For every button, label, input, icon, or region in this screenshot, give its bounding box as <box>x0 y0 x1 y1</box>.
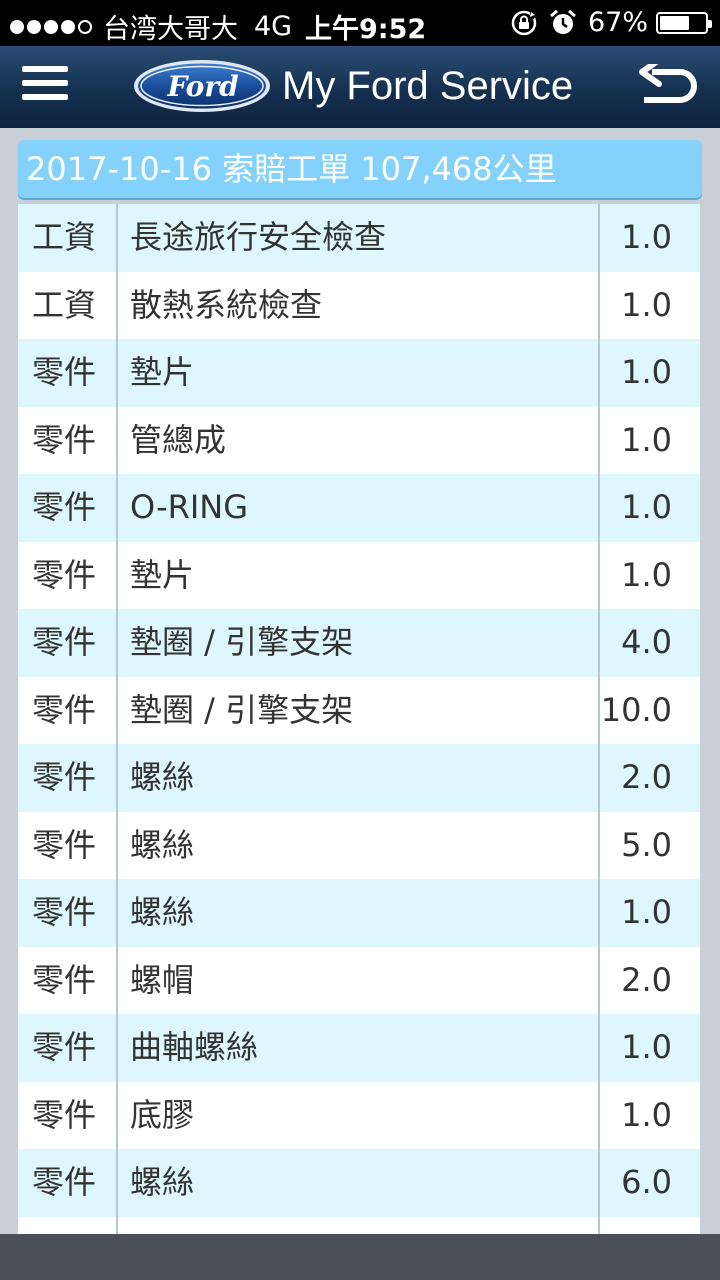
items-table: 工資 長途旅行安全檢查 1.0 工資 散熱系統檢查 1.0 零件 墊片 1.0 零件 管總成 1.0 零… <box>18 204 700 1234</box>
row-description-cell: 螺絲 <box>118 879 600 947</box>
row-type-cell: 零件 <box>18 406 118 474</box>
table-row <box>18 1216 700 1235</box>
row-description-cell: O-RING <box>118 474 600 542</box>
battery-fill <box>660 15 690 30</box>
table-row: 零件 螺絲 2.0 <box>18 744 700 812</box>
row-quantity-cell: 1.0 <box>621 555 672 594</box>
table-row: 零件 O-RING 1.0 <box>18 474 700 542</box>
table-row: 零件 螺絲 5.0 <box>18 811 700 879</box>
row-type-cell: 零件 <box>18 811 118 879</box>
ford-logo: Ford <box>134 60 270 112</box>
row-description-cell: 墊片 <box>118 339 600 407</box>
content-area: 2017-10-16 索賠工單 107,468公里 工資 長途旅行安全檢查 1.0 工… <box>0 128 720 1234</box>
back-arrow-icon[interactable] <box>636 64 700 110</box>
battery-icon <box>656 11 712 34</box>
row-description-cell: 墊圈 / 引擎支架 <box>118 609 600 677</box>
battery-cap <box>708 19 712 28</box>
row-description-cell: 散熱系統檢查 <box>118 271 600 339</box>
status-bar: 台湾大哥大 4G 上午9:52 67% <box>0 0 720 46</box>
table-row: 工資 散熱系統檢查 1.0 <box>18 271 700 339</box>
row-description-cell: 墊片 <box>118 541 600 609</box>
signal-dot <box>27 19 41 34</box>
table-row: 零件 墊片 1.0 <box>18 541 700 609</box>
row-type-cell: 零件 <box>18 744 118 812</box>
app-screen: 台湾大哥大 4G 上午9:52 67% Ford My Ford Service… <box>0 0 720 1280</box>
signal-dot <box>61 19 75 34</box>
network-type: 4G <box>254 11 293 42</box>
row-quantity-cell: 2.0 <box>621 758 672 796</box>
status-time: 上午9:52 <box>305 14 427 45</box>
row-quantity-cell: 1.0 <box>621 893 672 931</box>
row-type-cell: 零件 <box>18 474 118 542</box>
signal-dot <box>10 19 24 34</box>
table-row: 工資 長途旅行安全檢查 1.0 <box>18 204 700 272</box>
row-type-cell: 零件 <box>18 879 118 947</box>
row-type-cell: 零件 <box>18 609 118 677</box>
rotation-lock-icon <box>511 10 538 35</box>
row-quantity-cell: 1.0 <box>621 353 672 391</box>
row-quantity-cell: 5.0 <box>621 825 672 864</box>
row-description-cell: 長途旅行安全檢查 <box>118 204 600 272</box>
table-row: 零件 螺帽 2.0 <box>18 946 700 1014</box>
row-quantity-cell: 1.0 <box>621 1095 672 1134</box>
row-type-cell: 零件 <box>18 339 118 407</box>
row-description-cell <box>118 1216 600 1234</box>
row-description-cell: 曲軸螺絲 <box>118 1014 600 1082</box>
row-description-cell: 螺絲 <box>118 811 600 879</box>
row-quantity-cell: 4.0 <box>621 623 672 661</box>
app-title: My Ford Service <box>282 64 574 108</box>
row-quantity-cell: 10.0 <box>600 690 672 729</box>
row-type-cell <box>18 1216 118 1234</box>
table-row: 零件 螺絲 1.0 <box>18 879 700 947</box>
status-left: 台湾大哥大 4G <box>10 7 292 46</box>
row-quantity-cell <box>600 1217 700 1235</box>
row-quantity-cell: 1.0 <box>621 218 672 256</box>
row-type-cell: 零件 <box>18 1149 118 1217</box>
row-type-cell: 零件 <box>18 1014 118 1082</box>
row-quantity-cell: 1.0 <box>621 488 672 526</box>
row-description-cell: 螺絲 <box>118 1149 600 1217</box>
record-header: 2017-10-16 索賠工單 107,468公里 <box>18 140 702 198</box>
signal-dot-empty <box>78 19 92 34</box>
battery-percent: 67% <box>587 7 648 38</box>
table-row: 零件 螺絲 6.0 <box>18 1149 700 1217</box>
row-description-cell: 底膠 <box>118 1081 600 1149</box>
carrier-name: 台湾大哥大 <box>103 14 238 45</box>
row-quantity-cell: 1.0 <box>621 285 672 324</box>
hamburger-menu-icon[interactable] <box>22 66 68 106</box>
table-row: 零件 管總成 1.0 <box>18 406 700 474</box>
row-description-cell: 螺絲 <box>118 744 600 812</box>
row-quantity-cell: 1.0 <box>621 1028 672 1066</box>
bottom-bar <box>0 1234 720 1280</box>
row-quantity-cell: 1.0 <box>621 420 672 459</box>
table-row: 零件 墊片 1.0 <box>18 339 700 407</box>
table-row: 零件 墊圈 / 引擎支架 4.0 <box>18 609 700 677</box>
ford-logo-text: Ford <box>166 70 238 103</box>
status-right: 67% <box>510 7 712 38</box>
row-type-cell: 零件 <box>18 946 118 1014</box>
signal-dot <box>44 19 58 34</box>
row-description-cell: 螺帽 <box>118 946 600 1014</box>
alarm-icon <box>550 9 576 34</box>
row-type-cell: 工資 <box>18 271 118 339</box>
table-row: 零件 曲軸螺絲 1.0 <box>18 1014 700 1082</box>
row-type-cell: 零件 <box>18 1081 118 1149</box>
row-type-cell: 工資 <box>18 204 118 272</box>
row-quantity-cell: 6.0 <box>621 1163 672 1201</box>
table-row: 零件 墊圈 / 引擎支架 10.0 <box>18 676 700 744</box>
row-description-cell: 管總成 <box>118 406 600 474</box>
nav-bar: Ford My Ford Service <box>0 46 720 128</box>
row-type-cell: 零件 <box>18 541 118 609</box>
row-quantity-cell: 2.0 <box>621 960 672 999</box>
row-type-cell: 零件 <box>18 676 118 744</box>
row-description-cell: 墊圈 / 引擎支架 <box>118 676 600 744</box>
table-row: 零件 底膠 1.0 <box>18 1081 700 1149</box>
